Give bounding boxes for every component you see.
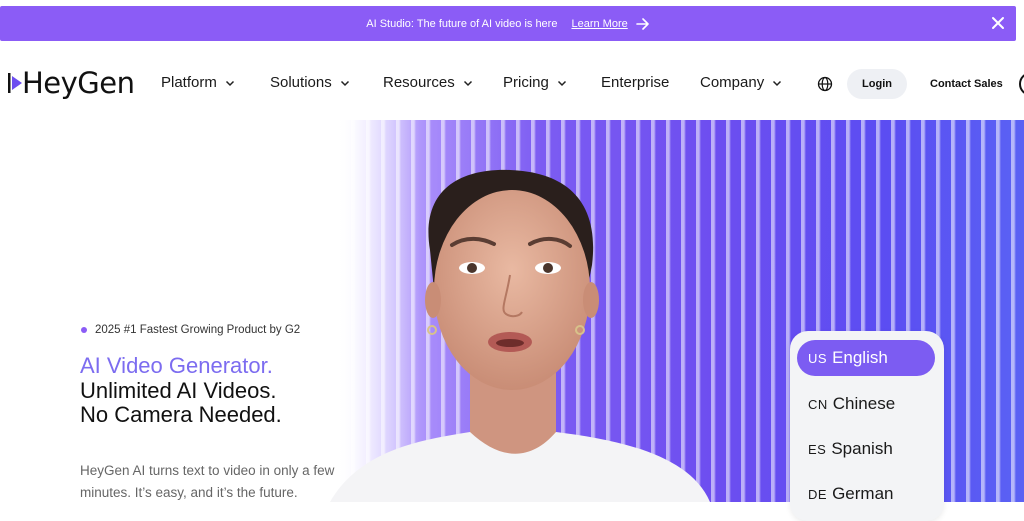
hero-description: HeyGen AI turns text to video in only a … xyxy=(80,463,335,500)
language-option-english[interactable]: US English xyxy=(797,340,935,376)
badge-dot-icon xyxy=(81,327,87,333)
language-name: German xyxy=(832,484,894,503)
language-code: ES xyxy=(808,441,827,457)
language-name: Spanish xyxy=(831,439,893,458)
language-name: Chinese xyxy=(832,394,896,413)
language-name: English xyxy=(832,348,888,367)
badge-text: 2025 #1 Fastest Growing Product by G2 xyxy=(95,324,301,336)
language-option-spanish[interactable]: ES Spanish xyxy=(797,431,935,467)
language-code: US xyxy=(808,350,828,366)
award-badge: 2025 #1 Fastest Growing Product by G2 xyxy=(81,324,300,336)
headline-accent: AI Video Generator. xyxy=(80,353,273,378)
headline-line-2: Unlimited AI Videos. xyxy=(80,378,277,403)
language-option-chinese[interactable]: CN Chinese xyxy=(797,386,935,422)
headline-line-3: No Camera Needed. xyxy=(80,402,282,427)
language-option-german[interactable]: DE German xyxy=(797,476,935,512)
language-selector: US English CN Chinese ES Spanish DE Germ… xyxy=(790,331,944,521)
language-code: CN xyxy=(808,396,828,412)
language-code: DE xyxy=(808,486,828,502)
